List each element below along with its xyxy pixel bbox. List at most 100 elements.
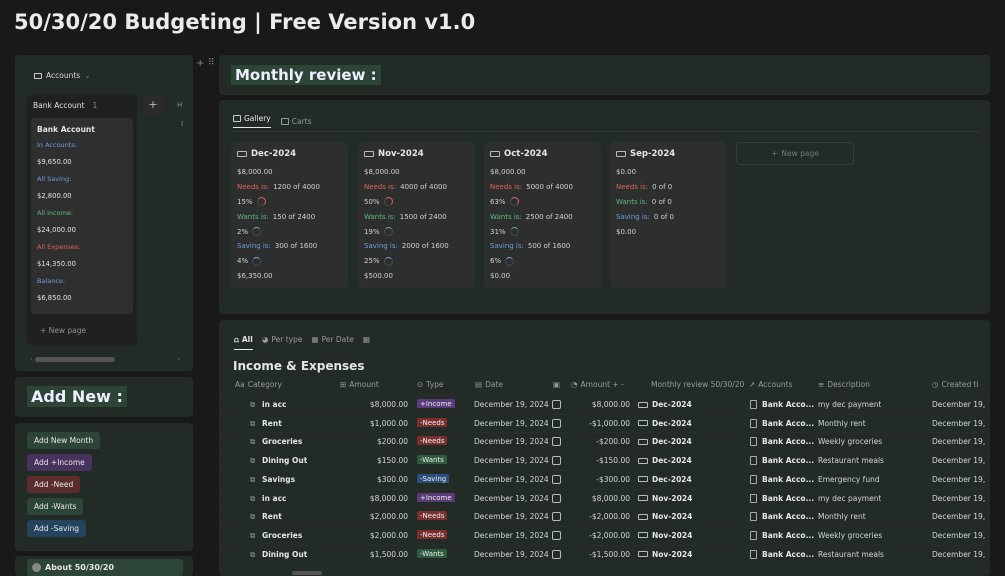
table-scrollbar[interactable] xyxy=(292,571,322,575)
table-row[interactable]: ⧉ Groceries $2,000.00 -Needs December 19… xyxy=(220,525,990,545)
col-date[interactable]: ▤ Date xyxy=(475,380,503,389)
row-month[interactable]: Nov-2024 xyxy=(638,531,692,540)
row-category[interactable]: Savings xyxy=(262,475,295,484)
about-callout[interactable]: About 50/30/20 xyxy=(27,559,183,576)
tab-gallery[interactable]: Gallery xyxy=(233,114,271,128)
row-account[interactable]: Bank Acco... xyxy=(750,418,814,428)
text-icon: Aa xyxy=(235,380,245,389)
row-checkbox[interactable] xyxy=(552,530,561,542)
add-need-button[interactable]: Add -Need xyxy=(27,476,81,493)
row-checkbox[interactable] xyxy=(552,400,561,411)
row-month[interactable]: Dec-2024 xyxy=(638,475,692,484)
col-checkbox[interactable]: ▣ xyxy=(553,380,560,389)
row-type[interactable]: -Wants xyxy=(417,455,447,465)
add-saving-button[interactable]: Add -Saving xyxy=(27,520,87,537)
row-account[interactable]: Bank Acco... xyxy=(750,474,814,484)
board-new-page[interactable]: + New page xyxy=(40,326,86,335)
month-card[interactable]: Dec-2024 $8,000.00 Needs is: 1200 of 4000 15… xyxy=(231,142,348,288)
row-category[interactable]: Groceries xyxy=(262,437,302,446)
scroll-right-icon[interactable]: › xyxy=(178,356,180,363)
scrollbar-thumb[interactable] xyxy=(35,356,116,362)
col-description[interactable]: ≡ Description xyxy=(818,380,870,389)
row-type[interactable]: -Needs xyxy=(417,417,448,427)
table-row[interactable]: ⧉ Groceries $200.00 -Needs December 19, … xyxy=(220,432,990,451)
row-category[interactable]: Dining Out xyxy=(262,456,307,465)
col-category[interactable]: Aa Category xyxy=(235,380,282,389)
month-card[interactable]: Oct-2024 $8,000.00 Needs is: 5000 of 4000 63… xyxy=(484,142,601,288)
table-row[interactable]: ⧉ Savings $300.00 -Saving December 19, 2… xyxy=(220,469,990,489)
add-block-icon[interactable]: + xyxy=(196,58,204,69)
tab-carts[interactable]: Carts xyxy=(280,114,311,128)
row-account[interactable]: Bank Acco... xyxy=(750,456,814,466)
add-income-button[interactable]: Add +Income xyxy=(27,454,92,471)
horizontal-scrollbar[interactable]: ‹ › xyxy=(30,356,180,363)
col-accounts[interactable]: ↗ Accounts xyxy=(749,380,793,389)
row-account[interactable]: Bank Acco... xyxy=(750,400,814,409)
row-month[interactable]: Dec-2024 xyxy=(638,419,692,428)
row-checkbox[interactable] xyxy=(552,474,561,486)
accounts-view-tab[interactable]: Accounts ⌄ xyxy=(34,71,91,80)
row-category[interactable]: Rent xyxy=(262,419,282,428)
add-wants-button[interactable]: Add -Wants xyxy=(27,498,84,515)
month-card[interactable]: Nov-2024 $8,000.00 Needs is: 4000 of 4000 50… xyxy=(358,142,475,288)
table-row[interactable]: ⧉ Dining Out $1,500.00 -Wants December 1… xyxy=(220,544,990,564)
row-type[interactable]: -Saving xyxy=(417,473,450,483)
table-row[interactable]: ⧉ Rent $1,000.00 -Needs December 19, 202… xyxy=(220,413,990,433)
card-title-text: Oct-2024 xyxy=(504,149,548,159)
table-row[interactable]: ⧉ in acc $8,000.00 +Income December 19, … xyxy=(220,395,990,414)
table-row[interactable]: ⧉ in acc $8,000.00 +Income December 19, … xyxy=(220,488,990,508)
row-category[interactable]: in acc xyxy=(262,494,286,503)
row-month[interactable]: Dec-2024 xyxy=(638,400,692,409)
board-group-header[interactable]: Bank Account 1 xyxy=(33,101,97,110)
row-account[interactable]: Bank Acco... xyxy=(750,493,814,503)
row-account[interactable]: Bank Acco... xyxy=(750,512,814,522)
row-month[interactable]: Nov-2024 xyxy=(638,512,692,521)
add-group-button[interactable]: + xyxy=(143,96,163,114)
type-tag: -Saving xyxy=(417,473,450,483)
add-new-month-button[interactable]: Add New Month xyxy=(27,432,101,449)
row-checkbox[interactable] xyxy=(552,418,561,430)
row-checkbox[interactable] xyxy=(552,512,561,523)
row-type[interactable]: +Income xyxy=(417,492,455,502)
row-category[interactable]: in acc xyxy=(262,400,286,409)
col-monthly-review[interactable]: Monthly review 50/30/20 xyxy=(651,380,744,389)
row-month[interactable]: Dec-2024 xyxy=(638,456,692,465)
row-checkbox[interactable] xyxy=(552,456,561,467)
row-category[interactable]: Dining Out xyxy=(262,550,307,559)
row-account[interactable]: Bank Acco... xyxy=(750,437,814,447)
col-signed-amount[interactable]: ◔ Amount + - xyxy=(571,380,624,389)
tab-per-type[interactable]: ◕ Per type xyxy=(262,335,303,350)
col-amount[interactable]: ⊞ Amount xyxy=(340,380,379,389)
row-category[interactable]: Groceries xyxy=(262,531,302,540)
card-total: $8,000.00 xyxy=(364,168,400,177)
row-category[interactable]: Rent xyxy=(262,512,282,521)
table-row[interactable]: ⧉ Dining Out $150.00 -Wants December 19,… xyxy=(220,451,990,470)
tab-per-date[interactable]: ▦ Per Date xyxy=(311,335,353,350)
gallery-new-page-button[interactable]: + New page xyxy=(736,142,854,165)
row-month[interactable]: Dec-2024 xyxy=(638,437,692,446)
row-account[interactable]: Bank Acco... xyxy=(750,549,814,559)
row-checkbox[interactable] xyxy=(552,437,561,448)
row-type[interactable]: -Wants xyxy=(417,548,447,558)
card-saving-pct: 4% xyxy=(237,254,342,269)
row-type[interactable]: -Needs xyxy=(417,529,448,539)
tab-calendar-view[interactable]: ▦ xyxy=(363,335,370,350)
col-type[interactable]: ⊙ Type xyxy=(417,380,444,389)
col-created[interactable]: ◷ Created ti xyxy=(932,380,979,389)
scroll-left-icon[interactable]: ‹ xyxy=(30,356,32,363)
month-card[interactable]: Sep-2024 $0.00 Needs is: 0 of 0 Wants is: 0 o… xyxy=(610,142,727,288)
table-row[interactable]: ⧉ Rent $2,000.00 -Needs December 19, 202… xyxy=(220,507,990,526)
drag-handle-icon[interactable]: ⠿ xyxy=(208,58,215,68)
checkbox-column-icon: ▣ xyxy=(553,380,561,389)
row-type[interactable]: -Needs xyxy=(417,436,448,446)
row-month[interactable]: Nov-2024 xyxy=(638,494,692,503)
tab-all[interactable]: ⩍ All xyxy=(234,335,253,350)
account-card[interactable]: Bank Account In Accounts: $9,650.00 All Sa… xyxy=(31,118,133,314)
row-type[interactable]: -Needs xyxy=(417,511,448,521)
row-month[interactable]: Nov-2024 xyxy=(638,550,692,559)
row-account[interactable]: Bank Acco... xyxy=(750,530,814,540)
row-checkbox[interactable] xyxy=(552,493,561,505)
row-type[interactable]: +Income xyxy=(417,399,455,408)
wants-value: 150 of 2400 xyxy=(272,212,316,221)
row-checkbox[interactable] xyxy=(552,549,561,561)
